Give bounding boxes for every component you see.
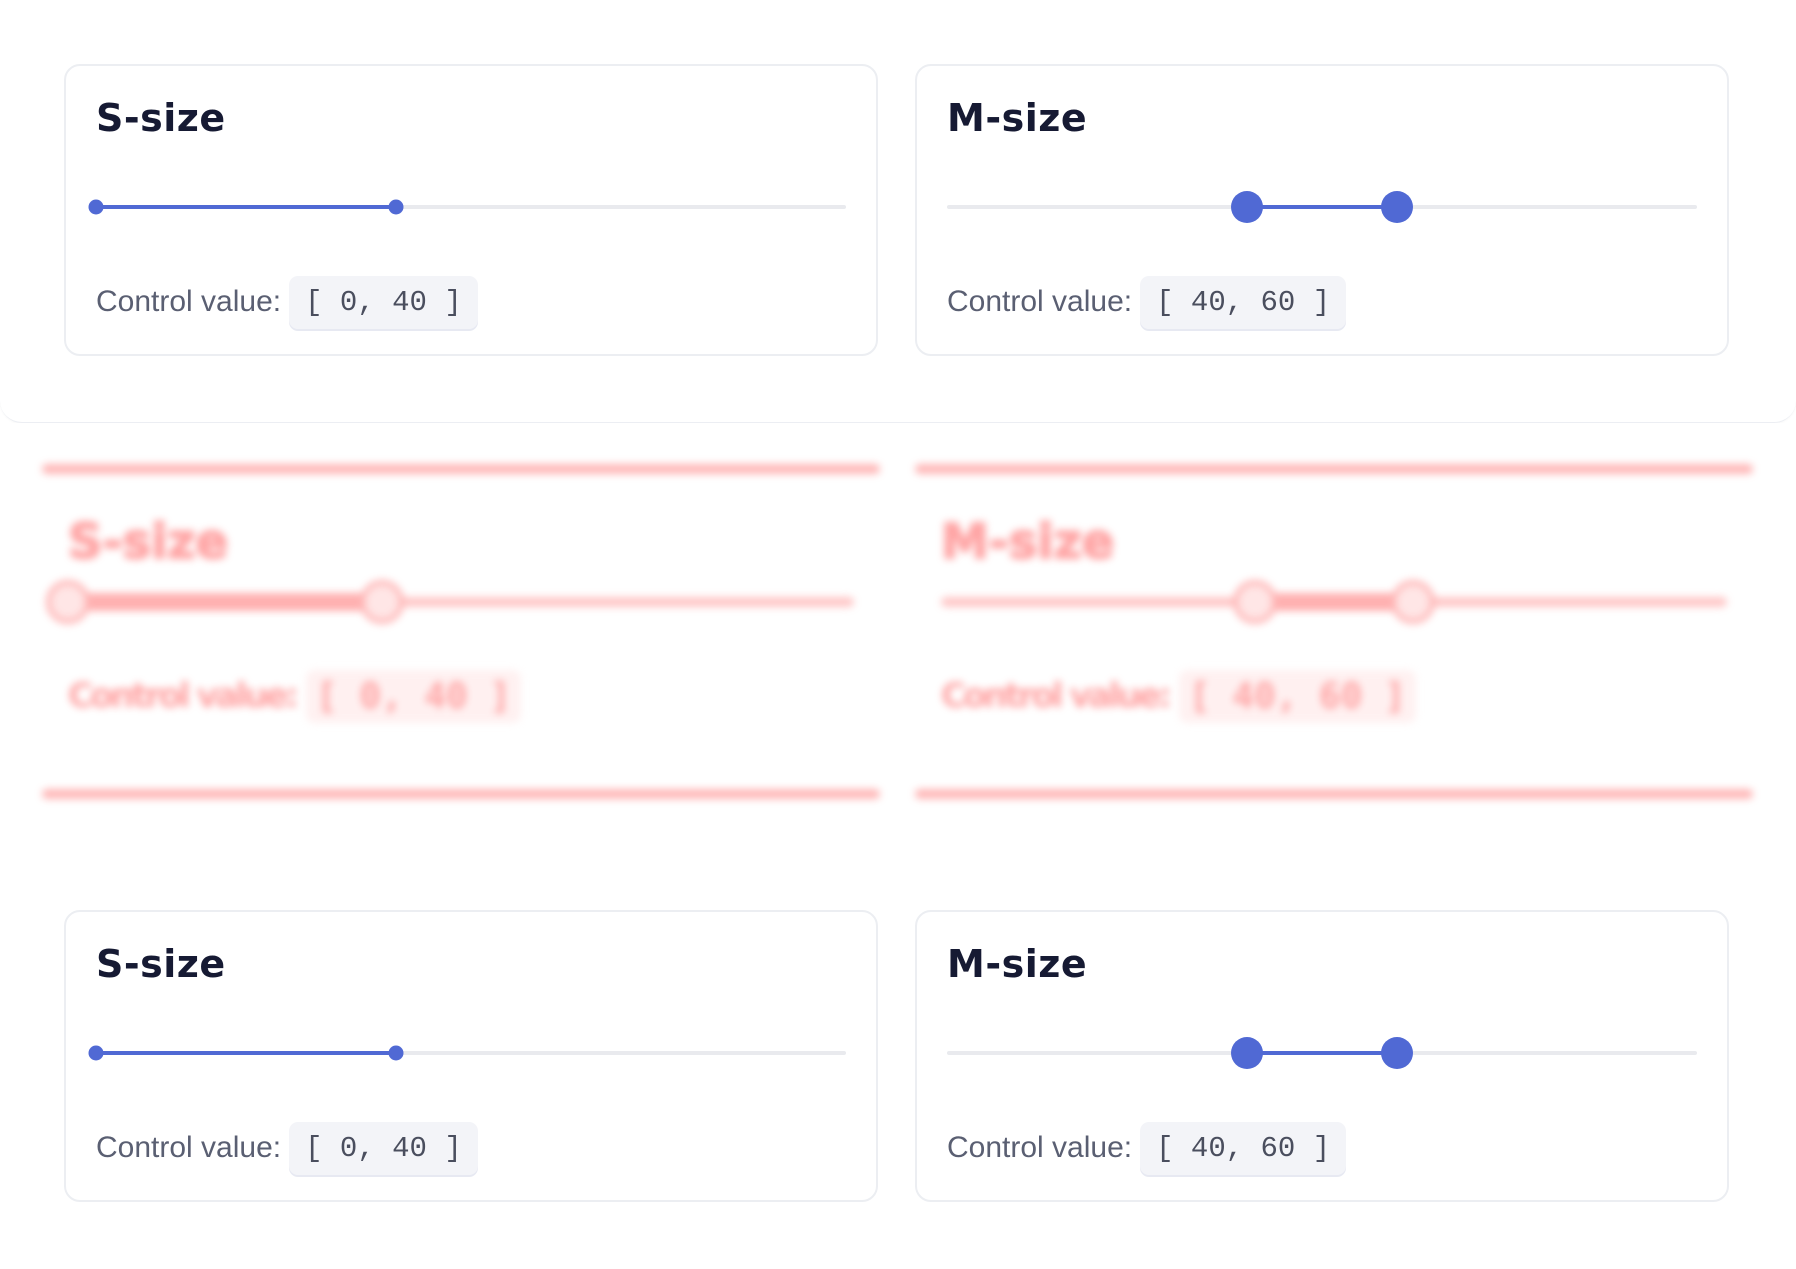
slider-range-fill xyxy=(96,205,396,209)
diff-slider-thumb-start xyxy=(1233,580,1278,624)
control-value-code: [ 40, 60 ] xyxy=(1140,275,1347,329)
range-card-s-size: S-size Control value: [ 0, 40 ] xyxy=(64,64,878,356)
range-card-m-size: M-size Control value: [ 40, 60 ] xyxy=(915,64,1729,356)
diff-slider-fill xyxy=(1255,593,1413,611)
slider-thumb-end[interactable] xyxy=(388,1045,404,1061)
range-card-s-size: S-size Control value: [ 0, 40 ] xyxy=(64,910,878,1202)
control-value-code: [ 0, 40 ] xyxy=(289,275,478,329)
diff-control-label: Control value: xyxy=(68,676,299,716)
control-value-label: Control value: xyxy=(947,285,1133,318)
screenshot-panel-bottom: S-size Control value: [ 0, 40 ] M-size C… xyxy=(0,846,1796,1269)
diff-control-row: Control value: [ 40, 60 ] xyxy=(941,666,1416,726)
control-value-row: Control value: [ 40, 60 ] xyxy=(947,1121,1347,1175)
slider-thumb-end[interactable] xyxy=(1381,191,1413,223)
diff-card-title: M-size xyxy=(940,513,1115,571)
card-title: S-size xyxy=(96,942,226,986)
control-value-row: Control value: [ 0, 40 ] xyxy=(96,275,478,329)
slider-range-fill xyxy=(96,1051,396,1055)
range-card-m-size: M-size Control value: [ 40, 60 ] xyxy=(915,910,1729,1202)
control-value-label: Control value: xyxy=(96,285,282,318)
diff-control-value: [ 0, 40 ] xyxy=(306,669,522,723)
control-value-code: [ 0, 40 ] xyxy=(289,1121,478,1175)
slider-thumb-start[interactable] xyxy=(88,1045,104,1061)
diff-edge-bottom xyxy=(915,789,1753,799)
page: S-size Control value: [ 0, 40 ] M-size C… xyxy=(0,0,1796,1269)
diff-control-value: [ 40, 60 ] xyxy=(1179,669,1416,723)
slider-thumb-start[interactable] xyxy=(1231,1037,1263,1069)
diff-ghost-card-m-size: M-size Control value: [ 40, 60 ] xyxy=(915,464,1753,799)
control-value-row: Control value: [ 40, 60 ] xyxy=(947,275,1347,329)
control-value-row: Control value: [ 0, 40 ] xyxy=(96,1121,478,1175)
card-title: M-size xyxy=(947,96,1088,140)
diff-edge-top xyxy=(42,464,880,474)
diff-ghost-card-s-size: S-size Control value: [ 0, 40 ] xyxy=(42,464,880,799)
diff-control-row: Control value: [ 0, 40 ] xyxy=(68,666,522,726)
diff-slider-thumb-end xyxy=(1390,580,1435,624)
diff-slider-thumb-start xyxy=(46,580,90,624)
slider-thumb-start[interactable] xyxy=(88,199,104,215)
slider-thumb-end[interactable] xyxy=(1381,1037,1413,1069)
diff-slider-fill xyxy=(68,593,383,611)
diff-edge-top xyxy=(915,464,1753,474)
control-value-label: Control value: xyxy=(96,1131,282,1164)
diff-slider-thumb-end xyxy=(360,580,405,624)
control-value-code: [ 40, 60 ] xyxy=(1140,1121,1347,1175)
slider-range-fill xyxy=(1247,205,1397,209)
slider-range-fill xyxy=(1247,1051,1397,1055)
diff-edge-bottom xyxy=(42,789,880,799)
slider-thumb-end[interactable] xyxy=(388,199,404,215)
slider-thumb-start[interactable] xyxy=(1231,191,1263,223)
card-title: M-size xyxy=(947,942,1088,986)
control-value-label: Control value: xyxy=(947,1131,1133,1164)
card-title: S-size xyxy=(96,96,226,140)
diff-control-label: Control value: xyxy=(941,676,1172,716)
screenshot-panel-top: S-size Control value: [ 0, 40 ] M-size C… xyxy=(0,0,1796,423)
diff-overlay-panel: S-size Control value: [ 0, 40 ] M-size C… xyxy=(0,423,1796,823)
diff-card-title: S-size xyxy=(67,513,229,571)
